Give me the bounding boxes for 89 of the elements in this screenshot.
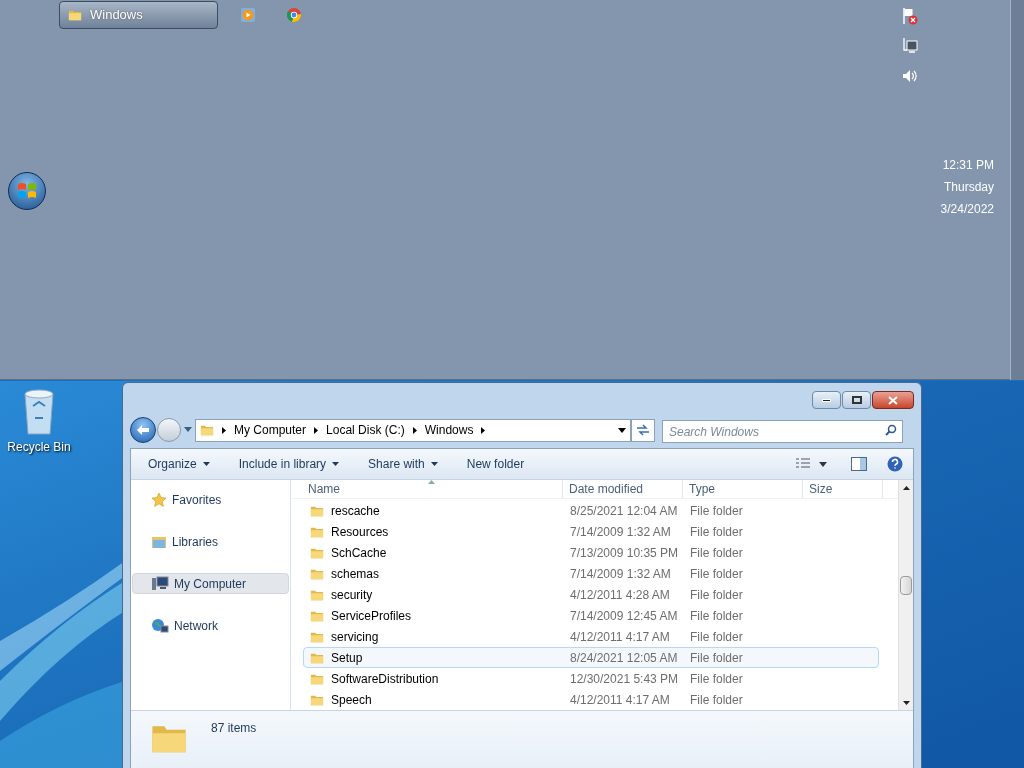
file-row[interactable]: SchCache 7/13/2009 10:35 PM File folder xyxy=(303,542,879,563)
breadcrumb-arrow-icon[interactable] xyxy=(481,426,486,434)
refresh-button[interactable] xyxy=(631,418,655,442)
file-row[interactable]: SoftwareDistribution 12/30/2021 5:43 PM File folder xyxy=(303,668,879,689)
type-cell-text: File folder xyxy=(689,649,744,667)
minimize-icon xyxy=(822,398,831,402)
breadcrumb[interactable]: My Computer xyxy=(234,421,307,439)
round-app-icon xyxy=(287,8,301,22)
column-header[interactable]: Date modified xyxy=(563,480,683,498)
type-cell-text: File folder xyxy=(689,628,744,646)
refresh-icon xyxy=(636,424,650,436)
type-cell-text: File folder xyxy=(689,670,744,688)
type-cell-text: File folder xyxy=(689,607,744,625)
preview-pane-icon[interactable] xyxy=(851,457,867,471)
back-arrow-icon xyxy=(136,424,150,436)
scrollbar[interactable] xyxy=(898,480,913,710)
back-button[interactable] xyxy=(130,417,156,443)
column-header[interactable]: Type xyxy=(683,480,803,498)
toolbar-button[interactable]: Share with xyxy=(358,452,448,476)
toolbar-button[interactable]: Include in library xyxy=(228,452,350,476)
breadcrumb[interactable]: Windows xyxy=(424,421,474,439)
type-cell-text: File folder xyxy=(689,544,744,562)
help-icon[interactable] xyxy=(887,456,903,472)
search-icon[interactable] xyxy=(885,423,897,436)
breadcrumb-arrow-icon[interactable] xyxy=(314,426,319,434)
breadcrumb-arrow-icon[interactable] xyxy=(412,426,417,434)
date-cell-text: 7/13/2009 10:35 PM xyxy=(569,544,680,562)
maximize-icon xyxy=(851,396,862,404)
star-icon xyxy=(151,491,167,508)
file-name: security xyxy=(331,586,373,604)
type-cell-text: File folder xyxy=(689,523,744,541)
maximize-button[interactable] xyxy=(842,391,871,409)
start-button[interactable] xyxy=(8,172,46,210)
file-name: schemas xyxy=(331,565,380,583)
date-cell-text: 12/30/2021 5:43 PM xyxy=(569,670,680,688)
nav-item[interactable]: Favorites xyxy=(132,489,289,510)
type-cell-text: File folder xyxy=(689,502,744,520)
toolbar-button[interactable]: New folder xyxy=(456,452,535,476)
date-cell-text: 8/24/2021 12:05 AM xyxy=(569,649,679,667)
play-icon xyxy=(241,8,255,22)
file-name: servicing xyxy=(331,628,379,646)
search-field[interactable]: Search Windows xyxy=(662,420,903,443)
nav-item[interactable]: Network xyxy=(132,615,289,636)
dropdown-caret-icon[interactable] xyxy=(618,427,626,433)
date-cell-text: 4/12/2011 4:28 AM xyxy=(569,586,671,604)
item-count: 87 items xyxy=(211,720,257,737)
file-row[interactable]: Speech 4/12/2011 4:17 AM File folder xyxy=(303,689,879,710)
file-row[interactable]: Setup 8/24/2021 12:05 AM File folder xyxy=(303,647,879,668)
nav-item[interactable]: My Computer xyxy=(132,573,289,594)
type-cell-text: File folder xyxy=(689,586,744,604)
recycle-bin-icon[interactable] xyxy=(21,388,57,436)
file-row[interactable]: rescache 8/25/2021 12:04 AM File folder xyxy=(303,500,879,521)
file-name: SchCache xyxy=(331,544,387,562)
type-cell-text: File folder xyxy=(689,565,744,583)
toolbar-button[interactable]: Organize xyxy=(138,452,220,476)
nav-item[interactable]: Libraries xyxy=(132,531,289,552)
date-cell-text: 7/14/2009 1:32 AM xyxy=(569,523,672,541)
date-cell-text: 7/14/2009 12:45 AM xyxy=(569,607,679,625)
file-row[interactable]: security 4/12/2011 4:28 AM File folder xyxy=(303,584,879,605)
close-button[interactable] xyxy=(872,391,914,409)
file-row[interactable]: servicing 4/12/2011 4:17 AM File folder xyxy=(303,626,879,647)
folder-icon xyxy=(200,423,214,437)
address-bar[interactable]: My Computer Local Disk (C:) Windows xyxy=(195,418,631,442)
file-row[interactable]: Resources 7/14/2009 1:32 AM File folder xyxy=(303,521,879,542)
date-cell-text: 7/14/2009 1:32 AM xyxy=(569,565,672,583)
breadcrumb-arrow-icon[interactable] xyxy=(222,426,226,434)
column-header[interactable]: Size xyxy=(803,480,883,498)
computer-icon xyxy=(151,575,169,592)
file-name: Setup xyxy=(331,649,363,667)
type-cell-text: File folder xyxy=(689,691,744,709)
file-name: rescache xyxy=(331,502,380,520)
icon-label[interactable]: Recycle Bin xyxy=(7,438,71,456)
scroll-thumb[interactable] xyxy=(900,576,912,595)
file-row[interactable]: ServiceProfiles 7/14/2009 12:45 AM File folder xyxy=(303,605,879,626)
caret-icon[interactable] xyxy=(819,461,827,467)
file-name: Speech xyxy=(331,691,372,709)
file-name: SoftwareDistribution xyxy=(331,670,439,688)
breadcrumb[interactable]: Local Disk (C:) xyxy=(326,421,405,439)
date-cell-text: 8/25/2021 12:04 AM xyxy=(569,502,679,520)
file-name: ServiceProfiles xyxy=(331,607,412,625)
file-row[interactable]: schemas 7/14/2009 1:32 AM File folder xyxy=(303,563,879,584)
scroll-up-icon[interactable] xyxy=(903,486,910,490)
globe-icon xyxy=(151,617,169,634)
scroll-down-icon[interactable] xyxy=(903,701,910,705)
minimize-button[interactable] xyxy=(812,391,841,409)
close-icon xyxy=(888,395,898,405)
date-cell-text: 4/12/2011 4:17 AM xyxy=(569,691,671,709)
file-name: Resources xyxy=(331,523,389,541)
date-cell-text: 4/12/2011 4:17 AM xyxy=(569,628,671,646)
